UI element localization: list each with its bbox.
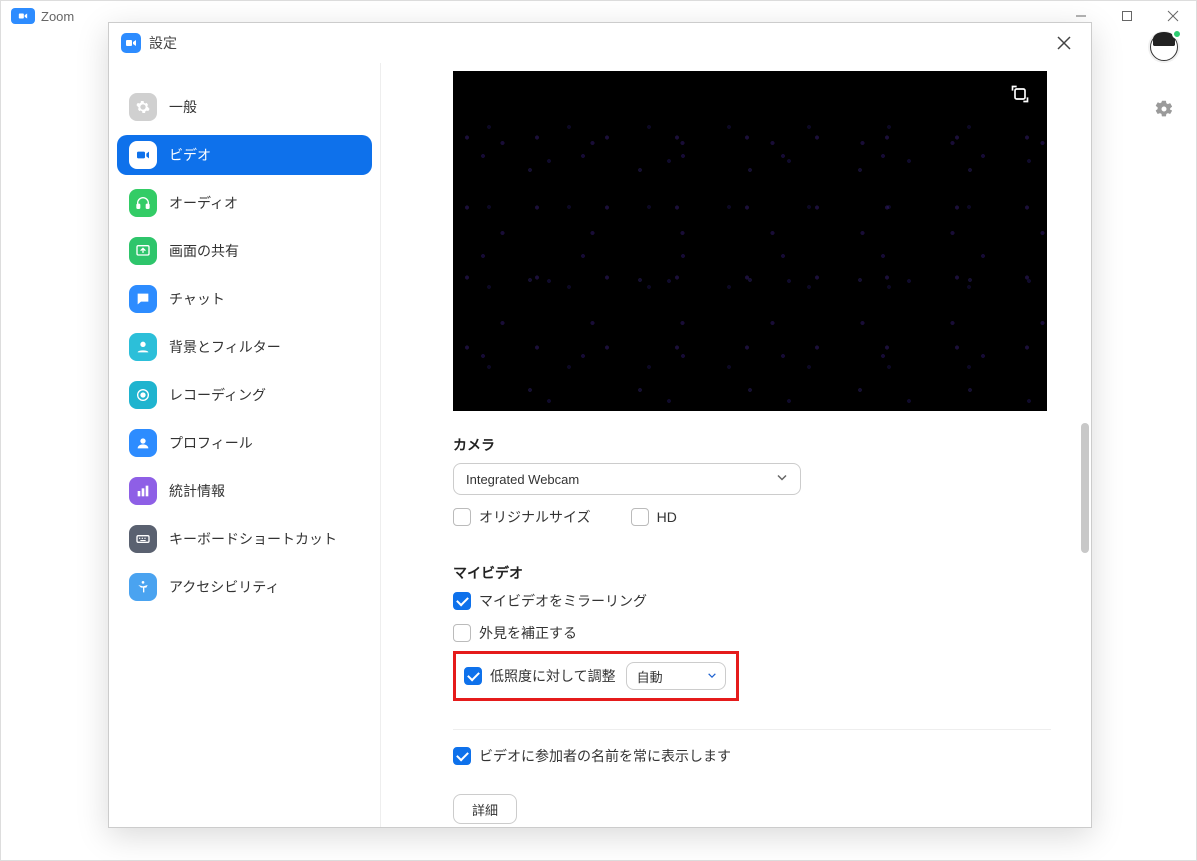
videocamera-icon <box>129 141 157 169</box>
sidebar-item-shortcuts[interactable]: キーボードショートカット <box>117 519 372 559</box>
sidebar-item-label: チャット <box>169 289 225 309</box>
statistics-icon <box>129 477 157 505</box>
lowlight-highlight: 低照度に対して調整 自動 <box>453 651 739 701</box>
sidebar-item-screenshare[interactable]: 画面の共有 <box>117 231 372 271</box>
chevron-down-icon <box>707 669 717 684</box>
sidebar-item-label: アクセシビリティ <box>169 577 279 597</box>
touchup-label: 外見を補正する <box>479 623 577 643</box>
sidebar-item-video[interactable]: ビデオ <box>117 135 372 175</box>
sidebar-item-audio[interactable]: オーディオ <box>117 183 372 223</box>
lowlight-label: 低照度に対して調整 <box>490 666 616 686</box>
zoom-logo-icon <box>11 8 35 24</box>
headphones-icon <box>129 189 157 217</box>
checkbox-unchecked-icon <box>453 624 471 642</box>
share-screen-icon <box>129 237 157 265</box>
sidebar-item-label: 一般 <box>169 97 197 117</box>
hd-label: HD <box>657 509 677 525</box>
checkbox-unchecked-icon <box>453 508 471 526</box>
touchup-checkbox-row[interactable]: 外見を補正する <box>453 623 1051 643</box>
sidebar-item-general[interactable]: 一般 <box>117 87 372 127</box>
chat-bubble-icon <box>129 285 157 313</box>
sidebar-item-accessibility[interactable]: アクセシビリティ <box>117 567 372 607</box>
sidebar-item-label: 画面の共有 <box>169 241 239 261</box>
camera-section-label: カメラ <box>453 435 1051 455</box>
detail-button[interactable]: 詳細 <box>453 794 517 824</box>
original-size-checkbox-row[interactable]: オリジナルサイズ <box>453 507 591 527</box>
background-filter-icon <box>129 333 157 361</box>
dialog-title: 設定 <box>149 33 177 53</box>
sidebar-item-label: 統計情報 <box>169 481 225 501</box>
rotate-camera-button[interactable] <box>1007 81 1033 107</box>
myvideo-section-label: マイビデオ <box>453 563 1051 583</box>
settings-content: カメラ Integrated Webcam オリジナルサイズ HD マイビデオ <box>381 63 1091 827</box>
sidebar-item-statistics[interactable]: 統計情報 <box>117 471 372 511</box>
user-avatar[interactable] <box>1148 31 1180 63</box>
dialog-close-button[interactable] <box>1049 28 1079 58</box>
sidebar-item-label: ビデオ <box>169 145 211 165</box>
sidebar-item-label: プロフィール <box>169 433 253 453</box>
sidebar-item-label: レコーディング <box>169 385 266 405</box>
camera-select[interactable]: Integrated Webcam <box>453 463 801 495</box>
profile-icon <box>129 429 157 457</box>
original-size-label: オリジナルサイズ <box>479 507 591 527</box>
camera-select-value: Integrated Webcam <box>466 472 579 487</box>
hd-checkbox-row[interactable]: HD <box>631 507 677 527</box>
settings-dialog: 設定 一般 ビデオ オーディオ <box>108 22 1092 828</box>
video-preview <box>453 71 1047 411</box>
video-preview-image <box>453 71 1047 411</box>
lowlight-checkbox-row[interactable]: 低照度に対して調整 自動 <box>464 662 726 690</box>
mirror-checkbox-row[interactable]: マイビデオをミラーリング <box>453 591 1051 611</box>
sidebar-item-recording[interactable]: レコーディング <box>117 375 372 415</box>
presence-indicator <box>1172 29 1182 39</box>
settings-sidebar: 一般 ビデオ オーディオ 画面の共有 <box>109 63 381 827</box>
checkbox-unchecked-icon <box>631 508 649 526</box>
always-show-name-label: ビデオに参加者の名前を常に表示します <box>479 746 731 766</box>
zoom-dialog-icon <box>121 33 141 53</box>
sidebar-item-profile[interactable]: プロフィール <box>117 423 372 463</box>
sidebar-item-label: 背景とフィルター <box>169 337 281 357</box>
content-divider <box>453 729 1051 730</box>
settings-gear-button[interactable] <box>1148 93 1180 125</box>
mirror-label: マイビデオをミラーリング <box>479 591 647 611</box>
sidebar-item-label: キーボードショートカット <box>169 529 337 549</box>
lowlight-mode-value: 自動 <box>637 667 663 686</box>
checkbox-checked-icon <box>453 747 471 765</box>
always-show-name-checkbox-row[interactable]: ビデオに参加者の名前を常に表示します <box>453 746 1051 766</box>
accessibility-icon <box>129 573 157 601</box>
keyboard-icon <box>129 525 157 553</box>
scrollbar-thumb[interactable] <box>1081 423 1089 553</box>
sidebar-item-background[interactable]: 背景とフィルター <box>117 327 372 367</box>
checkbox-checked-icon <box>453 592 471 610</box>
recording-icon <box>129 381 157 409</box>
content-scrollbar[interactable] <box>1081 423 1089 623</box>
sidebar-item-chat[interactable]: チャット <box>117 279 372 319</box>
lowlight-mode-select[interactable]: 自動 <box>626 662 726 690</box>
dialog-titlebar: 設定 <box>109 23 1091 63</box>
main-window-title: Zoom <box>41 9 74 24</box>
maximize-button[interactable] <box>1104 1 1150 31</box>
sidebar-item-label: オーディオ <box>169 193 238 213</box>
gear-icon <box>129 93 157 121</box>
chevron-down-icon <box>776 472 788 487</box>
close-main-button[interactable] <box>1150 1 1196 31</box>
checkbox-checked-icon <box>464 667 482 685</box>
